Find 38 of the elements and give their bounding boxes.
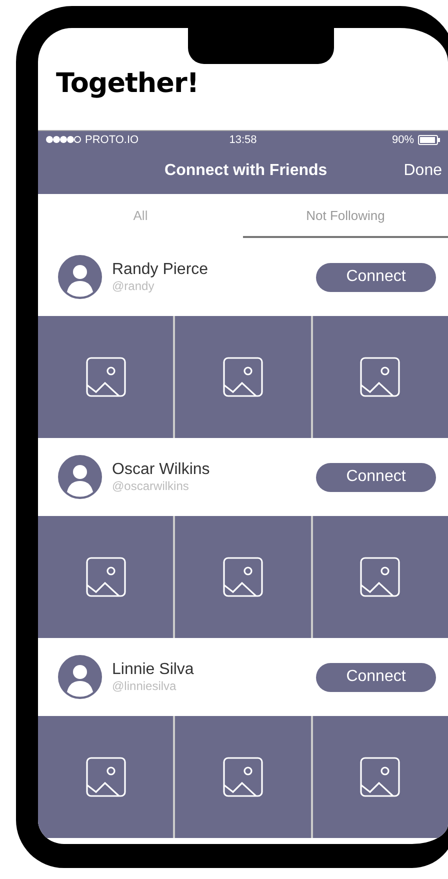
image-icon xyxy=(360,357,400,397)
person-handle: @oscarwilkins xyxy=(112,479,190,493)
nav-title: Connect with Friends xyxy=(164,162,328,180)
avatar-icon xyxy=(58,455,102,499)
connect-button[interactable]: Connect xyxy=(316,662,436,692)
photo-placeholder[interactable] xyxy=(312,516,448,638)
connect-button[interactable]: Connect xyxy=(316,262,436,292)
battery-label: 90% xyxy=(392,134,414,146)
photo-placeholder[interactable] xyxy=(38,316,174,438)
person-handle: @randy xyxy=(112,279,156,293)
signal-icon xyxy=(46,136,82,143)
done-button[interactable]: Done xyxy=(394,162,448,180)
image-icon xyxy=(86,557,126,597)
person-name: Randy Pierce xyxy=(112,261,210,279)
image-icon xyxy=(86,757,126,797)
image-icon xyxy=(360,757,400,797)
image-icon xyxy=(86,357,126,397)
image-icon xyxy=(222,357,263,397)
image-icon xyxy=(360,557,400,597)
person-handle: @linniesilva xyxy=(112,679,178,693)
photo-placeholder[interactable] xyxy=(312,716,448,838)
photo-placeholder[interactable] xyxy=(175,316,311,438)
battery-icon xyxy=(418,134,440,144)
photo-placeholder[interactable] xyxy=(38,716,174,838)
photo-placeholder[interactable] xyxy=(38,516,174,638)
avatar-icon xyxy=(58,655,102,699)
photo-placeholder[interactable] xyxy=(175,716,311,838)
heading: Together! xyxy=(56,68,200,101)
time-label: 13:58 xyxy=(229,134,257,146)
person-name: Oscar Wilkins xyxy=(112,461,211,479)
image-icon xyxy=(222,757,263,797)
avatar-icon xyxy=(58,255,102,299)
image-icon xyxy=(222,557,263,597)
person-name: Linnie Silva xyxy=(112,661,195,679)
carrier-label: PROTO.IO xyxy=(85,134,139,146)
photo-placeholder[interactable] xyxy=(175,516,311,638)
connect-button[interactable]: Connect xyxy=(316,462,436,492)
photo-placeholder[interactable] xyxy=(312,316,448,438)
